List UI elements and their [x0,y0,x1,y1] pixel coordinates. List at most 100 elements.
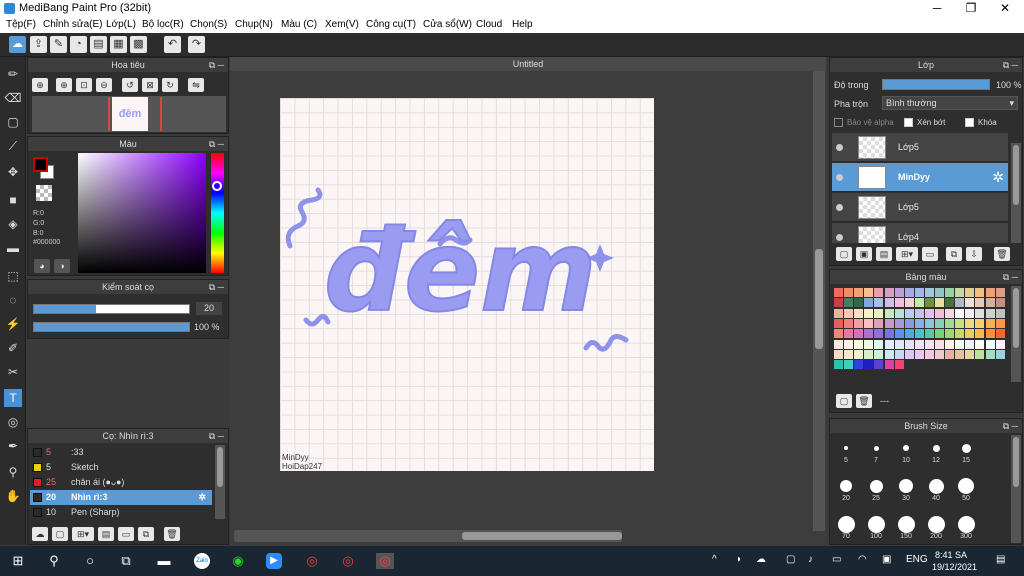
palette-swatch[interactable] [874,308,884,318]
palette-swatch[interactable] [894,329,904,339]
palette-swatch[interactable] [975,349,985,359]
palette-swatch[interactable] [874,318,884,328]
palette-swatch[interactable] [874,349,884,359]
palette-swatch[interactable] [995,349,1005,359]
palette-swatch[interactable] [864,308,874,318]
brush-size-value[interactable]: 20 [196,302,222,315]
palette-swatch[interactable] [894,288,904,297]
palette-swatch[interactable] [935,349,944,359]
palette-swatch[interactable] [975,298,985,308]
app-icon-green[interactable]: ◉ [230,553,246,569]
pages-icon[interactable]: ▦ [110,36,127,53]
close-button[interactable]: ✕ [988,0,1022,17]
layer-row[interactable]: Lớp5 [832,193,1008,222]
palette-swatch[interactable] [945,339,955,349]
maximize-button[interactable]: ❐ [954,0,988,17]
palette-swatch[interactable] [834,308,843,318]
palette-swatch[interactable] [854,308,864,318]
medibang-taskbar-icon[interactable]: ◎ [376,553,394,569]
palette-swatch[interactable] [924,339,934,349]
upload-icon[interactable]: ⇪ [30,36,47,53]
document-tab[interactable]: Untitled [230,57,826,71]
tray-icon[interactable]: ▢ [786,554,795,565]
menu-cloud[interactable]: Cloud [476,19,502,30]
palette-swatch[interactable] [975,308,985,318]
palette-swatch[interactable] [904,308,914,318]
navigator-preview-area[interactable]: đêm [32,96,226,132]
palette-swatch[interactable] [945,329,955,339]
flip-icon[interactable]: ⇋ [188,78,204,92]
color-mixer-icon[interactable]: ◑ [54,259,70,273]
palette-swatch[interactable] [935,318,944,328]
brush-folder-icon[interactable]: ▭ [118,527,134,541]
palette-swatch[interactable] [834,339,843,349]
palette-swatch[interactable] [955,339,965,349]
palette-swatch[interactable] [935,329,944,339]
menu-select[interactable]: Chọn(S) [190,19,227,30]
menu-help[interactable]: Help [512,19,533,30]
rotate-right-icon[interactable]: ↻ [162,78,178,92]
panel-popout-icon[interactable]: ⧉ ─ [209,280,224,294]
palette-swatch[interactable] [854,298,864,308]
layer-row[interactable]: Lớp5 [832,133,1008,162]
brush-item[interactable]: 25 chân ái (●ᴗ●) [30,475,212,490]
palette-swatch[interactable] [985,298,995,308]
tray-chevron-icon[interactable]: ^ [712,554,717,565]
reset-view-icon[interactable]: ⊠ [142,78,158,92]
canvas-vertical-scrollbar[interactable] [813,71,825,531]
palette-swatch[interactable] [894,349,904,359]
windows-start-icon[interactable]: ⊞ [10,553,26,569]
palette-swatch[interactable] [955,349,965,359]
palette-swatch[interactable] [945,349,955,359]
palette-swatch[interactable] [884,360,894,370]
palette-swatch[interactable] [894,339,904,349]
wifi-icon[interactable]: ◠ [858,554,867,565]
palette-scrollbar[interactable] [1011,286,1021,382]
palette-swatch[interactable] [914,298,924,308]
eye-icon[interactable] [836,144,843,151]
gear-icon[interactable]: ✲ [198,490,206,505]
menu-view[interactable]: Xem(V) [325,19,359,30]
palette-swatch[interactable] [874,339,884,349]
palette-swatch[interactable] [854,288,864,297]
palette-swatch[interactable] [854,339,864,349]
palette-swatch[interactable] [935,339,944,349]
panel-popout-icon[interactable]: ⧉ ─ [209,58,224,72]
brush-opacity-slider[interactable] [33,322,190,332]
palette-swatch[interactable] [914,349,924,359]
menu-color[interactable]: Màu (C) [281,19,317,30]
zoom-in-icon[interactable]: ⊕ [32,78,48,92]
task-view-icon[interactable]: ⧉ [118,553,134,569]
palette-swatch[interactable] [864,288,874,297]
palette-swatch[interactable] [935,298,944,308]
canvas-paper[interactable]: đêm MinDyy HoiDap247 [280,98,654,471]
new-halftone-layer-icon[interactable]: ▣ [856,247,872,261]
palette-swatch[interactable] [864,360,874,370]
palette-swatch[interactable] [985,339,995,349]
palette-swatch[interactable] [844,329,854,339]
palette-swatch[interactable] [945,318,955,328]
grid-icon[interactable]: ▩ [130,36,147,53]
palette-swatch[interactable] [864,318,874,328]
brush-size-preset[interactable]: 50 [954,477,978,502]
gear-icon[interactable]: ✲ [992,169,1004,186]
cloud-brush-icon[interactable]: ☁ [32,527,48,541]
brush-size-preset[interactable]: 15 [954,439,978,464]
palette-swatch[interactable] [985,329,995,339]
menu-filter[interactable]: Bộ lọc(R) [142,19,184,30]
new-palette-icon[interactable]: ▢ [836,394,852,408]
menu-tools[interactable]: Công cụ(T) [366,19,416,30]
palette-swatch[interactable] [995,288,1005,297]
brush-size-slider[interactable] [33,304,190,314]
palette-swatch[interactable] [945,298,955,308]
page-icon[interactable]: ▤ [90,36,107,53]
palette-swatch[interactable] [924,298,934,308]
tray-app-icon[interactable]: ◗ [736,554,742,565]
trash-icon[interactable]: 🗑 [856,394,872,408]
eye-icon[interactable] [836,234,843,241]
brush-size-preset[interactable]: 12 [924,439,948,464]
palette-swatch[interactable] [985,349,995,359]
cortana-icon[interactable]: ○ [82,553,98,569]
palette-swatch[interactable] [945,308,955,318]
duplicate-brush-icon[interactable]: ⧉ [138,527,154,541]
